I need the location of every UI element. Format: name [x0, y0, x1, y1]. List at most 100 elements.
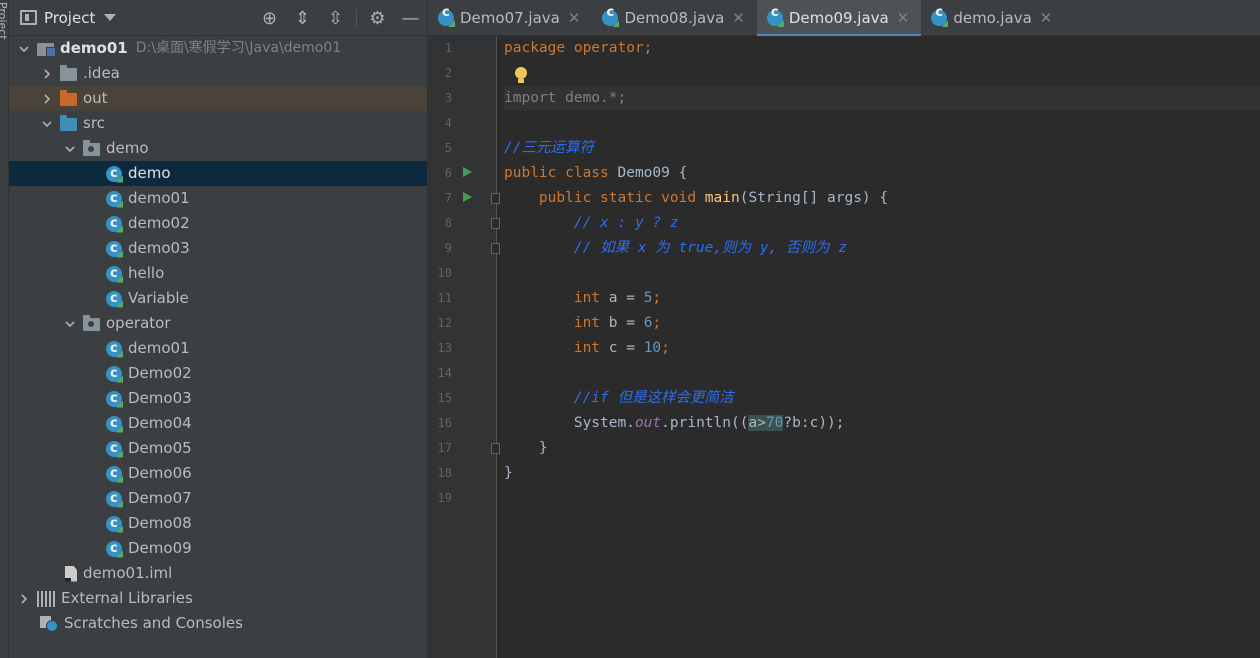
tree-item-class[interactable]: Demo06 — [9, 461, 427, 486]
tree-item-label: hello — [128, 264, 165, 282]
close-icon[interactable]: ✕ — [568, 9, 581, 27]
java-class-icon — [931, 5, 948, 26]
run-class-icon[interactable] — [463, 167, 472, 177]
tree-item-label: .idea — [83, 64, 120, 82]
tree-item-label: demo01 — [128, 339, 190, 357]
tree-item-out[interactable]: out — [9, 86, 427, 111]
code-line: int b = 6; — [504, 311, 1260, 336]
tree-item-iml[interactable]: demo01.iml — [9, 561, 427, 586]
hide-icon[interactable]: — — [394, 0, 427, 36]
strip-project-label[interactable]: Project — [0, 2, 9, 40]
close-icon[interactable]: ✕ — [732, 9, 745, 27]
tree-item-root[interactable]: demo01 D:\桌面\寒假学习\Java\demo01 — [9, 36, 427, 61]
project-view-selector[interactable]: Project — [44, 9, 95, 27]
code-token: ; — [652, 290, 662, 306]
code-token: a = — [600, 290, 644, 306]
chevron-down-icon[interactable] — [17, 42, 31, 56]
line-number: 14 — [437, 366, 452, 380]
tree-item-scratches[interactable]: Scratches and Consoles — [9, 611, 427, 636]
tab-demo09[interactable]: Demo09.java ✕ — [756, 0, 922, 37]
tree-item-class[interactable]: Demo08 — [9, 511, 427, 536]
line-number: 1 — [444, 41, 452, 55]
code-token: public class — [504, 165, 609, 181]
editor-gutter[interactable]: 1 2 3 4 5 6 7 8 9 10 11 12 13 14 15 16 1… — [428, 36, 500, 658]
tree-item-class[interactable]: Demo09 — [9, 536, 427, 561]
code-comment: //if 但是这样会更简洁 — [504, 390, 734, 406]
tree-item-class[interactable]: Demo07 — [9, 486, 427, 511]
line-number: 4 — [444, 116, 452, 130]
java-class-icon — [438, 5, 454, 26]
folder-icon — [60, 65, 77, 81]
tree-item-class[interactable]: Demo02 — [9, 361, 427, 386]
expand-all-icon[interactable]: ⇕ — [286, 0, 319, 36]
toolbar-divider — [356, 9, 357, 27]
line-number: 3 — [444, 91, 452, 105]
tree-item-class[interactable]: demo01 — [9, 186, 427, 211]
gear-icon[interactable]: ⚙ — [361, 0, 394, 36]
chevron-right-icon[interactable] — [40, 92, 54, 106]
iml-file-icon — [65, 565, 77, 582]
tree-item-class[interactable]: Demo03 — [9, 386, 427, 411]
code-editor[interactable]: 1 2 3 4 5 6 7 8 9 10 11 12 13 14 15 16 1… — [428, 36, 1260, 658]
line-number: 11 — [437, 291, 452, 305]
tab-demo08[interactable]: Demo08.java ✕ — [592, 0, 756, 36]
tree-item-class[interactable]: demo — [9, 161, 427, 186]
line-number: 9 — [444, 241, 452, 255]
tab-demo07[interactable]: Demo07.java ✕ — [428, 0, 592, 36]
chevron-down-icon[interactable] — [40, 117, 54, 131]
chevron-down-icon[interactable] — [63, 142, 77, 156]
tool-window-strip[interactable]: Project — [0, 0, 9, 658]
lightbulb-icon[interactable] — [514, 67, 528, 85]
tree-item-label: operator — [106, 314, 171, 332]
tree-item-label: Variable — [128, 289, 189, 307]
locate-icon[interactable]: ⊕ — [253, 0, 286, 36]
close-icon[interactable]: ✕ — [1040, 9, 1053, 27]
tree-item-idea[interactable]: .idea — [9, 61, 427, 86]
tree-item-label: Demo07 — [128, 489, 192, 507]
tree-item-class[interactable]: hello — [9, 261, 427, 286]
chevron-down-icon[interactable] — [104, 14, 117, 21]
tab-label: demo.java — [953, 9, 1032, 27]
tree-item-package-operator[interactable]: operator — [9, 311, 427, 336]
java-class-icon — [766, 5, 783, 26]
collapse-all-icon[interactable]: ⇳ — [319, 0, 352, 36]
java-class-icon — [106, 386, 122, 411]
project-panel: Project ⊕ ⇕ ⇳ ⚙ — demo01 D:\桌面\寒假学习\Java… — [9, 0, 428, 658]
tree-item-package-demo[interactable]: demo — [9, 136, 427, 161]
chevron-right-icon[interactable] — [40, 67, 54, 81]
line-number: 2 — [444, 66, 452, 80]
code-token: Demo09 { — [608, 165, 688, 181]
project-window-icon — [20, 10, 37, 25]
close-icon[interactable]: ✕ — [897, 9, 910, 27]
package-icon — [83, 315, 100, 331]
tree-item-class[interactable]: Demo04 — [9, 411, 427, 436]
tree-item-external-libraries[interactable]: External Libraries — [9, 586, 427, 611]
tree-item-class[interactable]: Variable — [9, 286, 427, 311]
tree-item-class[interactable]: demo02 — [9, 211, 427, 236]
code-token: out — [634, 415, 662, 431]
tree-item-label: demo — [128, 164, 171, 182]
tree-item-class[interactable]: Demo05 — [9, 436, 427, 461]
line-number: 13 — [437, 341, 452, 355]
tree-item-class[interactable]: demo01 — [9, 336, 427, 361]
tab-demo[interactable]: demo.java ✕ — [921, 0, 1064, 36]
java-class-icon — [106, 236, 122, 261]
run-main-icon[interactable] — [463, 192, 472, 202]
line-number: 6 — [444, 166, 452, 180]
code-token: int — [504, 340, 601, 356]
fold-icon[interactable] — [491, 443, 500, 454]
tree-item-src[interactable]: src — [9, 111, 427, 136]
chevron-right-icon[interactable] — [17, 592, 31, 606]
fold-icon[interactable] — [491, 193, 500, 204]
fold-icon[interactable] — [491, 218, 500, 229]
fold-icon[interactable] — [491, 243, 500, 254]
java-class-icon — [106, 211, 122, 236]
code-token: (String[] args) { — [739, 190, 889, 206]
tree-item-label: demo01 — [128, 189, 190, 207]
tree-item-label: Demo08 — [128, 514, 192, 532]
chevron-down-icon[interactable] — [63, 317, 77, 331]
java-class-icon — [106, 486, 122, 511]
tree-item-class[interactable]: demo03 — [9, 236, 427, 261]
project-header: Project ⊕ ⇕ ⇳ ⚙ — — [9, 0, 427, 36]
java-class-icon — [602, 5, 619, 26]
